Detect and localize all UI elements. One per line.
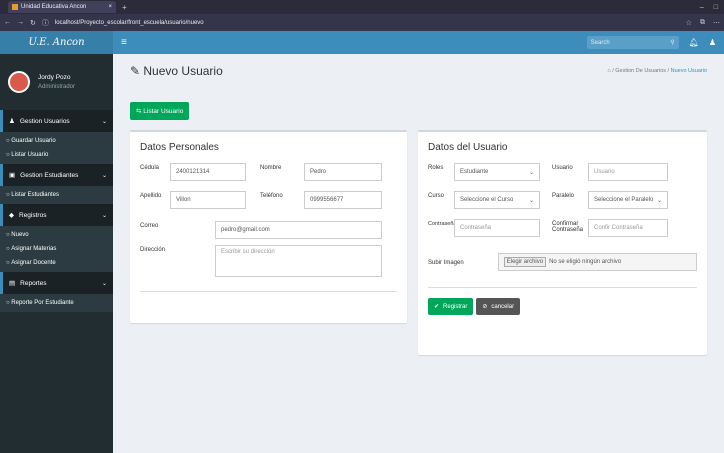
paralelo-select[interactable]: Seleccione el Paralelo ⌄ [588, 191, 668, 209]
chevron-down-icon: ⌄ [101, 212, 107, 219]
chevron-down-icon: ⌄ [656, 197, 662, 204]
page-title: ✎ Nuevo Usuario [130, 64, 223, 78]
menu-item-reporte-estudiante[interactable]: ○ Reporte Por Estudiante [0, 296, 113, 310]
user-icon: ♟ [9, 118, 15, 125]
brand-logo[interactable]: U.E. Ancon [0, 31, 113, 54]
cancel-icon: ⊘ [482, 304, 488, 310]
user-role: Administrador [38, 84, 76, 90]
apellido-label: Apellido [140, 193, 162, 199]
listar-usuario-button[interactable]: ⇆ Listar Usuario [130, 102, 190, 120]
elegir-archivo-button[interactable]: Elegir archivo [503, 257, 547, 267]
nombre-field[interactable]: Pedro [304, 163, 382, 181]
confirmar-label: Confirmar Contraseña [552, 221, 584, 233]
maximize-icon[interactable]: □ [714, 4, 718, 11]
registrar-button[interactable]: ✔ Registrar [428, 298, 474, 315]
telefono-field[interactable]: 0999556677 [304, 191, 382, 209]
minimize-icon[interactable]: – [700, 4, 704, 11]
browser-tab[interactable]: Unidad Educativa Ancon × [8, 1, 116, 13]
user-name: Jordy Pozo [38, 74, 71, 81]
correo-label: Correo [140, 223, 159, 229]
direccion-label: Dirección [140, 247, 166, 253]
chevron-down-icon: ⌄ [528, 197, 534, 204]
divider [428, 287, 697, 288]
nombre-label: Nombre [260, 165, 282, 171]
cancelar-button[interactable]: ⊘ cancelar [476, 298, 521, 315]
menu-item-nuevo[interactable]: ○ Nuevo [0, 228, 113, 242]
telefono-label: Teléfono [260, 193, 283, 199]
search-input[interactable]: Search ⚲ [586, 36, 679, 49]
top-navbar: ≡ Search ⚲ 🔔︎ ♟ [113, 31, 724, 54]
extensions-icon[interactable]: ⧉ [700, 19, 705, 27]
cedula-field[interactable]: 2400121314 [170, 163, 246, 181]
paralelo-label: Paralelo [552, 193, 575, 199]
home-icon[interactable]: ⌂ [607, 68, 610, 74]
curso-select[interactable]: Seleccione el Curso ⌄ [454, 191, 540, 209]
imagen-label: Subir Imagen [428, 260, 464, 266]
settings-icon[interactable]: ⋯ [713, 19, 720, 27]
menu-reportes[interactable]: ▤ Reportes ⌄ [0, 272, 113, 294]
roles-select[interactable]: Estudiante ⌄ [454, 163, 540, 181]
report-icon: ▤ [9, 280, 16, 287]
search-icon[interactable]: ⚲ [670, 39, 674, 46]
forward-icon[interactable]: → [17, 19, 24, 26]
usuario-field[interactable]: Usuario [588, 163, 668, 181]
main-content: ✎ Nuevo Usuario ⌂ / Gestion De Usuarios … [113, 54, 724, 453]
back-icon[interactable]: ← [4, 19, 11, 26]
check-icon: ✔ [434, 304, 440, 310]
url-field[interactable]: localhost/Proyecto_escolar/front_escuela… [55, 20, 680, 26]
direccion-textarea[interactable]: Escribir su dirección [215, 245, 382, 277]
menu-item-guardar-usuario[interactable]: ○ Guardar Usuario [0, 134, 113, 148]
chevron-down-icon: ⌄ [101, 280, 107, 287]
menu-gestion-estudiantes[interactable]: ▣ Gestion Estudiantes ⌄ [0, 164, 113, 186]
chevron-down-icon: ⌄ [101, 172, 107, 179]
browser-tab-bar: Unidad Educativa Ancon × + – □ [0, 0, 724, 14]
favicon-icon [12, 4, 18, 10]
contrasena-field[interactable]: Contraseña [454, 219, 540, 237]
cedula-label: Cédula [140, 165, 160, 171]
avatar [8, 71, 30, 93]
curso-label: Curso [428, 193, 445, 199]
roles-label: Roles [428, 165, 444, 171]
chevron-down-icon: ⌄ [528, 169, 534, 176]
panel-title: Datos Personales [140, 142, 219, 153]
breadcrumb: ⌂ / Gestion De Usuarios / Nuevo Usuario [607, 68, 707, 74]
hamburger-menu-icon[interactable]: ≡ [121, 37, 127, 48]
close-tab-icon[interactable]: × [108, 4, 112, 10]
new-tab-icon[interactable]: + [122, 3, 127, 12]
sidebar: U.E. Ancon Jordy Pozo Administrador ♟ Gest… [0, 31, 113, 453]
id-card-icon: ▣ [9, 172, 16, 179]
datos-usuario-panel: Datos del Usuario Roles Estudiante ⌄ Usua… [418, 130, 707, 355]
menu-item-asignar-docente[interactable]: ○ Asignar Docente [0, 256, 113, 270]
apellido-field[interactable]: Villon [170, 191, 246, 209]
tag-icon: ◆ [9, 212, 14, 219]
menu-gestion-usuarios[interactable]: ♟ Gestion Usuarios ⌄ [0, 110, 113, 132]
contrasena-label: Contraseña [428, 221, 457, 227]
info-icon[interactable]: ⓘ [42, 18, 49, 28]
datos-personales-panel: Datos Personales Cédula 2400121314 Nombr… [130, 130, 407, 323]
reload-icon[interactable]: ↻ [30, 19, 36, 27]
file-input[interactable]: Elegir archivo No se eligió ningún archiv… [497, 253, 697, 271]
menu-item-asignar-materias[interactable]: ○ Asignar Materias [0, 242, 113, 256]
user-menu-icon[interactable]: ♟ [709, 38, 716, 47]
menu-item-listar-usuario[interactable]: ○ Listar Usuario [0, 148, 113, 162]
menu-item-listar-estudiantes[interactable]: ○ Listar Estudiantes [0, 188, 113, 202]
user-panel: Jordy Pozo Administrador [0, 54, 113, 110]
divider [140, 291, 397, 292]
usuario-label: Usuario [552, 165, 573, 171]
menu-registros[interactable]: ◆ Registros ⌄ [0, 204, 113, 226]
panel-title: Datos del Usuario [428, 142, 508, 153]
bell-icon[interactable]: 🔔︎ [689, 38, 699, 47]
address-bar: ← → ↻ ⓘ localhost/Proyecto_escolar/front… [0, 14, 724, 31]
confirmar-field[interactable]: Confir Contraseña [588, 219, 668, 237]
tab-title: Unidad Educativa Ancon [21, 4, 87, 10]
correo-field[interactable]: pedro@gmail.com [215, 221, 382, 239]
chevron-down-icon: ⌄ [101, 118, 107, 125]
star-icon[interactable]: ☆ [686, 19, 692, 27]
